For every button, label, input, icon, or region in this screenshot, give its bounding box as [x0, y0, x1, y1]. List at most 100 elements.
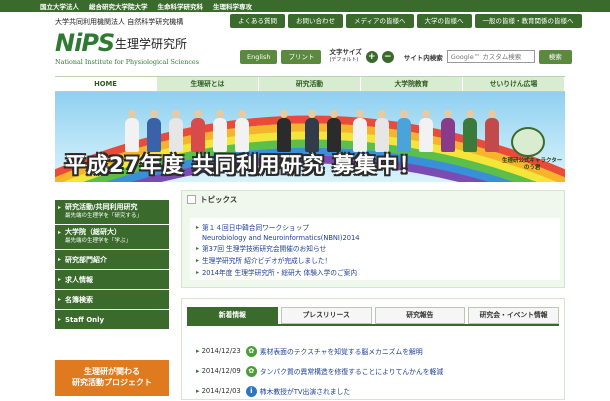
staff-photo-figure [485, 110, 499, 152]
font-increase-icon[interactable]: + [365, 50, 378, 63]
org-line: 大学共同利用機関法人 自然科学研究機構 [55, 18, 184, 26]
tab-underline [187, 324, 559, 326]
staff-photo-figure [463, 110, 477, 152]
print-button[interactable]: プリント [281, 49, 322, 64]
search-input[interactable] [446, 50, 535, 63]
topics-panel: トピックス 第１４回日中韓合同ワークショップ Neurobiology and … [181, 190, 565, 288]
research-projects-banner[interactable]: 生理研が関わる 研究活動プロジェクト [55, 360, 169, 396]
top-affiliation-bar: 国立大学法人 総合研究大学院大学 生命科学研究科 生理科学専攻 [0, 0, 610, 12]
news-title[interactable]: タンパク質の異常構造を修復することによりてんかんを軽減 [260, 366, 443, 376]
staff-photo-figure [169, 110, 183, 152]
nav-contact[interactable]: お問い合わせ [288, 14, 343, 28]
news-item[interactable]: 2014/12/09 ✿ タンパク質の異常構造を修復することによりてんかんを軽減 [196, 361, 443, 381]
news-title[interactable]: 柿木教授がTV出演されました [260, 386, 350, 396]
tab-latest[interactable]: 新着情報 [187, 307, 278, 324]
info-icon: i [245, 385, 257, 397]
news-date: 2014/12/03 [196, 387, 241, 395]
leaf-icon: ✿ [245, 345, 257, 357]
news-item[interactable]: 2014/12/23 ✿ 素材表面のテクスチャを知覚する脳メカニズムを解明 [196, 341, 443, 361]
main-nav-graduate[interactable]: 大学院教育 [361, 77, 463, 91]
font-size-label-text: 文字サイズ [329, 48, 362, 56]
staff-photo-figure [441, 110, 455, 152]
institute-name-en: National Institute for Physiological Sci… [55, 58, 199, 66]
staff-photo-figure [277, 110, 291, 152]
sidebar-item-staff-only[interactable]: Staff Only [55, 310, 169, 330]
hero-banner[interactable]: 平成27年度 共同利用研究 募集中！ 生理研公式キャラクター のう君 [55, 92, 565, 182]
main-nav: HOME 生理研とは 研究活動 大学院教育 せいりけん広場 [55, 76, 565, 92]
sidebar-item-directory[interactable]: 名簿検索 [55, 290, 169, 310]
institute-name: 生理学研究所 [115, 37, 188, 51]
news-list: 2014/12/23 ✿ 素材表面のテクスチャを知覚する脳メカニズムを解明 20… [196, 341, 443, 401]
sidebar-item-sub: 最先端の生理学を「学ぶ」 [65, 238, 132, 244]
nav-faq[interactable]: よくある質問 [230, 14, 285, 28]
sidebar-item-jobs[interactable]: 求人情報 [55, 270, 169, 290]
sidebar-item-label: 研究活動/共同利用研究 [65, 203, 138, 211]
site-search-label: サイト内検索 [403, 53, 443, 62]
sidebar-item-graduate[interactable]: 大学院（総研大） 最先端の生理学を「学ぶ」 [55, 225, 169, 250]
banner-headline: 平成27年度 共同利用研究 募集中！ [65, 153, 421, 177]
staff-photo-figure [235, 110, 249, 152]
topic-item-line2: Neurobiology and Neuroinformatics(NBNI)2… [202, 234, 360, 242]
mascot-caption-line1: 生理研公式キャラクター [502, 158, 563, 164]
staff-photo-figure [375, 110, 389, 152]
news-title[interactable]: 素材表面のテクスチャを知覚する脳メカニズムを解明 [260, 346, 423, 356]
news-panel: 新着情報 プレスリリース 研究報告 研究会・イベント情報 2014/12/23 … [181, 298, 565, 400]
mascot-caption-line2: のう君 [523, 165, 541, 171]
main-nav-home[interactable]: HOME [55, 77, 157, 91]
staff-photo-figure [327, 110, 341, 152]
topics-list: 第１４回日中韓合同ワークショップ Neurobiology and Neuroi… [190, 218, 560, 280]
mascot-caption: 生理研公式キャラクター のう君 [502, 158, 562, 172]
topic-item[interactable]: 第37回 生理学技術研究会開催のお知らせ [196, 243, 554, 255]
topics-bullet-icon [187, 194, 196, 204]
tab-press-release[interactable]: プレスリリース [280, 307, 372, 324]
staff-photo-figure [305, 110, 319, 152]
leaf-icon: ✿ [245, 365, 257, 377]
topic-item[interactable]: 第１４回日中韓合同ワークショップ Neurobiology and Neuroi… [196, 222, 554, 243]
main-nav-research[interactable]: 研究活動 [259, 77, 361, 91]
sidebar: 研究活動/共同利用研究 最先端の生理学を「研究する」 大学院（総研大） 最先端の… [55, 200, 169, 330]
main-nav-plaza[interactable]: せいりけん広場 [463, 77, 565, 91]
topics-header: トピックス [182, 191, 564, 207]
staff-photo-figure [213, 110, 227, 152]
sidebar-item-label: 大学院（総研大） [65, 228, 121, 236]
tab-events[interactable]: 研究会・イベント情報 [468, 307, 559, 324]
news-date: 2014/12/09 [196, 367, 241, 375]
news-item[interactable]: 2014/12/03 i 柿木教授がTV出演されました [196, 381, 443, 401]
site-header: 大学共同利用機関法人 自然科学研究機構 NiPS 生理学研究所 National… [0, 12, 610, 70]
topic-item-line1: 第１４回日中韓合同ワークショップ [202, 224, 309, 232]
staff-photo-figure [353, 110, 367, 152]
staff-photo-figure [147, 110, 161, 152]
promo-line1: 生理研が関わる [84, 367, 140, 376]
audience-nav: よくある質問 お問い合わせ メディアの皆様へ 大学の皆様へ 一般の皆様・教育関係… [230, 14, 582, 28]
tab-research-report[interactable]: 研究報告 [374, 307, 466, 324]
sidebar-item-departments[interactable]: 研究部門紹介 [55, 250, 169, 270]
promo-line2: 研究活動プロジェクト [72, 378, 152, 387]
sidebar-item-research[interactable]: 研究活動/共同利用研究 最先端の生理学を「研究する」 [55, 200, 169, 225]
news-tabs: 新着情報 プレスリリース 研究報告 研究会・イベント情報 [187, 307, 559, 324]
sidebar-item-sub: 最先端の生理学を「研究する」 [65, 213, 143, 219]
search-button[interactable]: 検索 [538, 49, 572, 64]
mascot-nou-kun-icon [511, 127, 545, 157]
header-tools: English プリント 文字サイズ (デフォルト) + − サイト内検索 検索 [240, 49, 572, 64]
topic-item[interactable]: 生理学研究所 紹介ビデオが完成しました！ [196, 255, 554, 267]
nav-general-public[interactable]: 一般の皆様・教育関係の皆様へ [474, 14, 582, 28]
topic-item[interactable]: 2014年度 生理学研究所・総研大 体験入学のご案内 [196, 267, 554, 279]
topbar-link-sokendai[interactable]: 総合研究大学院大学 [89, 1, 148, 11]
staff-photo-figure [191, 110, 205, 152]
nav-media[interactable]: メディアの皆様へ [346, 14, 414, 28]
nav-university[interactable]: 大学の皆様へ [416, 14, 472, 28]
staff-photo-figure [419, 110, 433, 152]
main-nav-about[interactable]: 生理研とは [157, 77, 259, 91]
topbar-link-university-corp[interactable]: 国立大学法人 [40, 1, 79, 11]
news-date: 2014/12/23 [196, 347, 241, 355]
font-size-default-text: (デフォルト) [329, 57, 359, 63]
topics-heading: トピックス [200, 194, 238, 204]
english-button[interactable]: English [240, 49, 278, 64]
topbar-link-life-science[interactable]: 生命科学研究科 [158, 1, 204, 11]
font-decrease-icon[interactable]: − [381, 50, 394, 63]
staff-photo-figure [125, 110, 139, 152]
staff-photo-figure [397, 110, 411, 152]
font-size-label: 文字サイズ (デフォルト) [329, 49, 361, 64]
nips-logo[interactable]: NiPS [55, 29, 115, 57]
topbar-link-physiology[interactable]: 生理科学専攻 [213, 1, 252, 11]
